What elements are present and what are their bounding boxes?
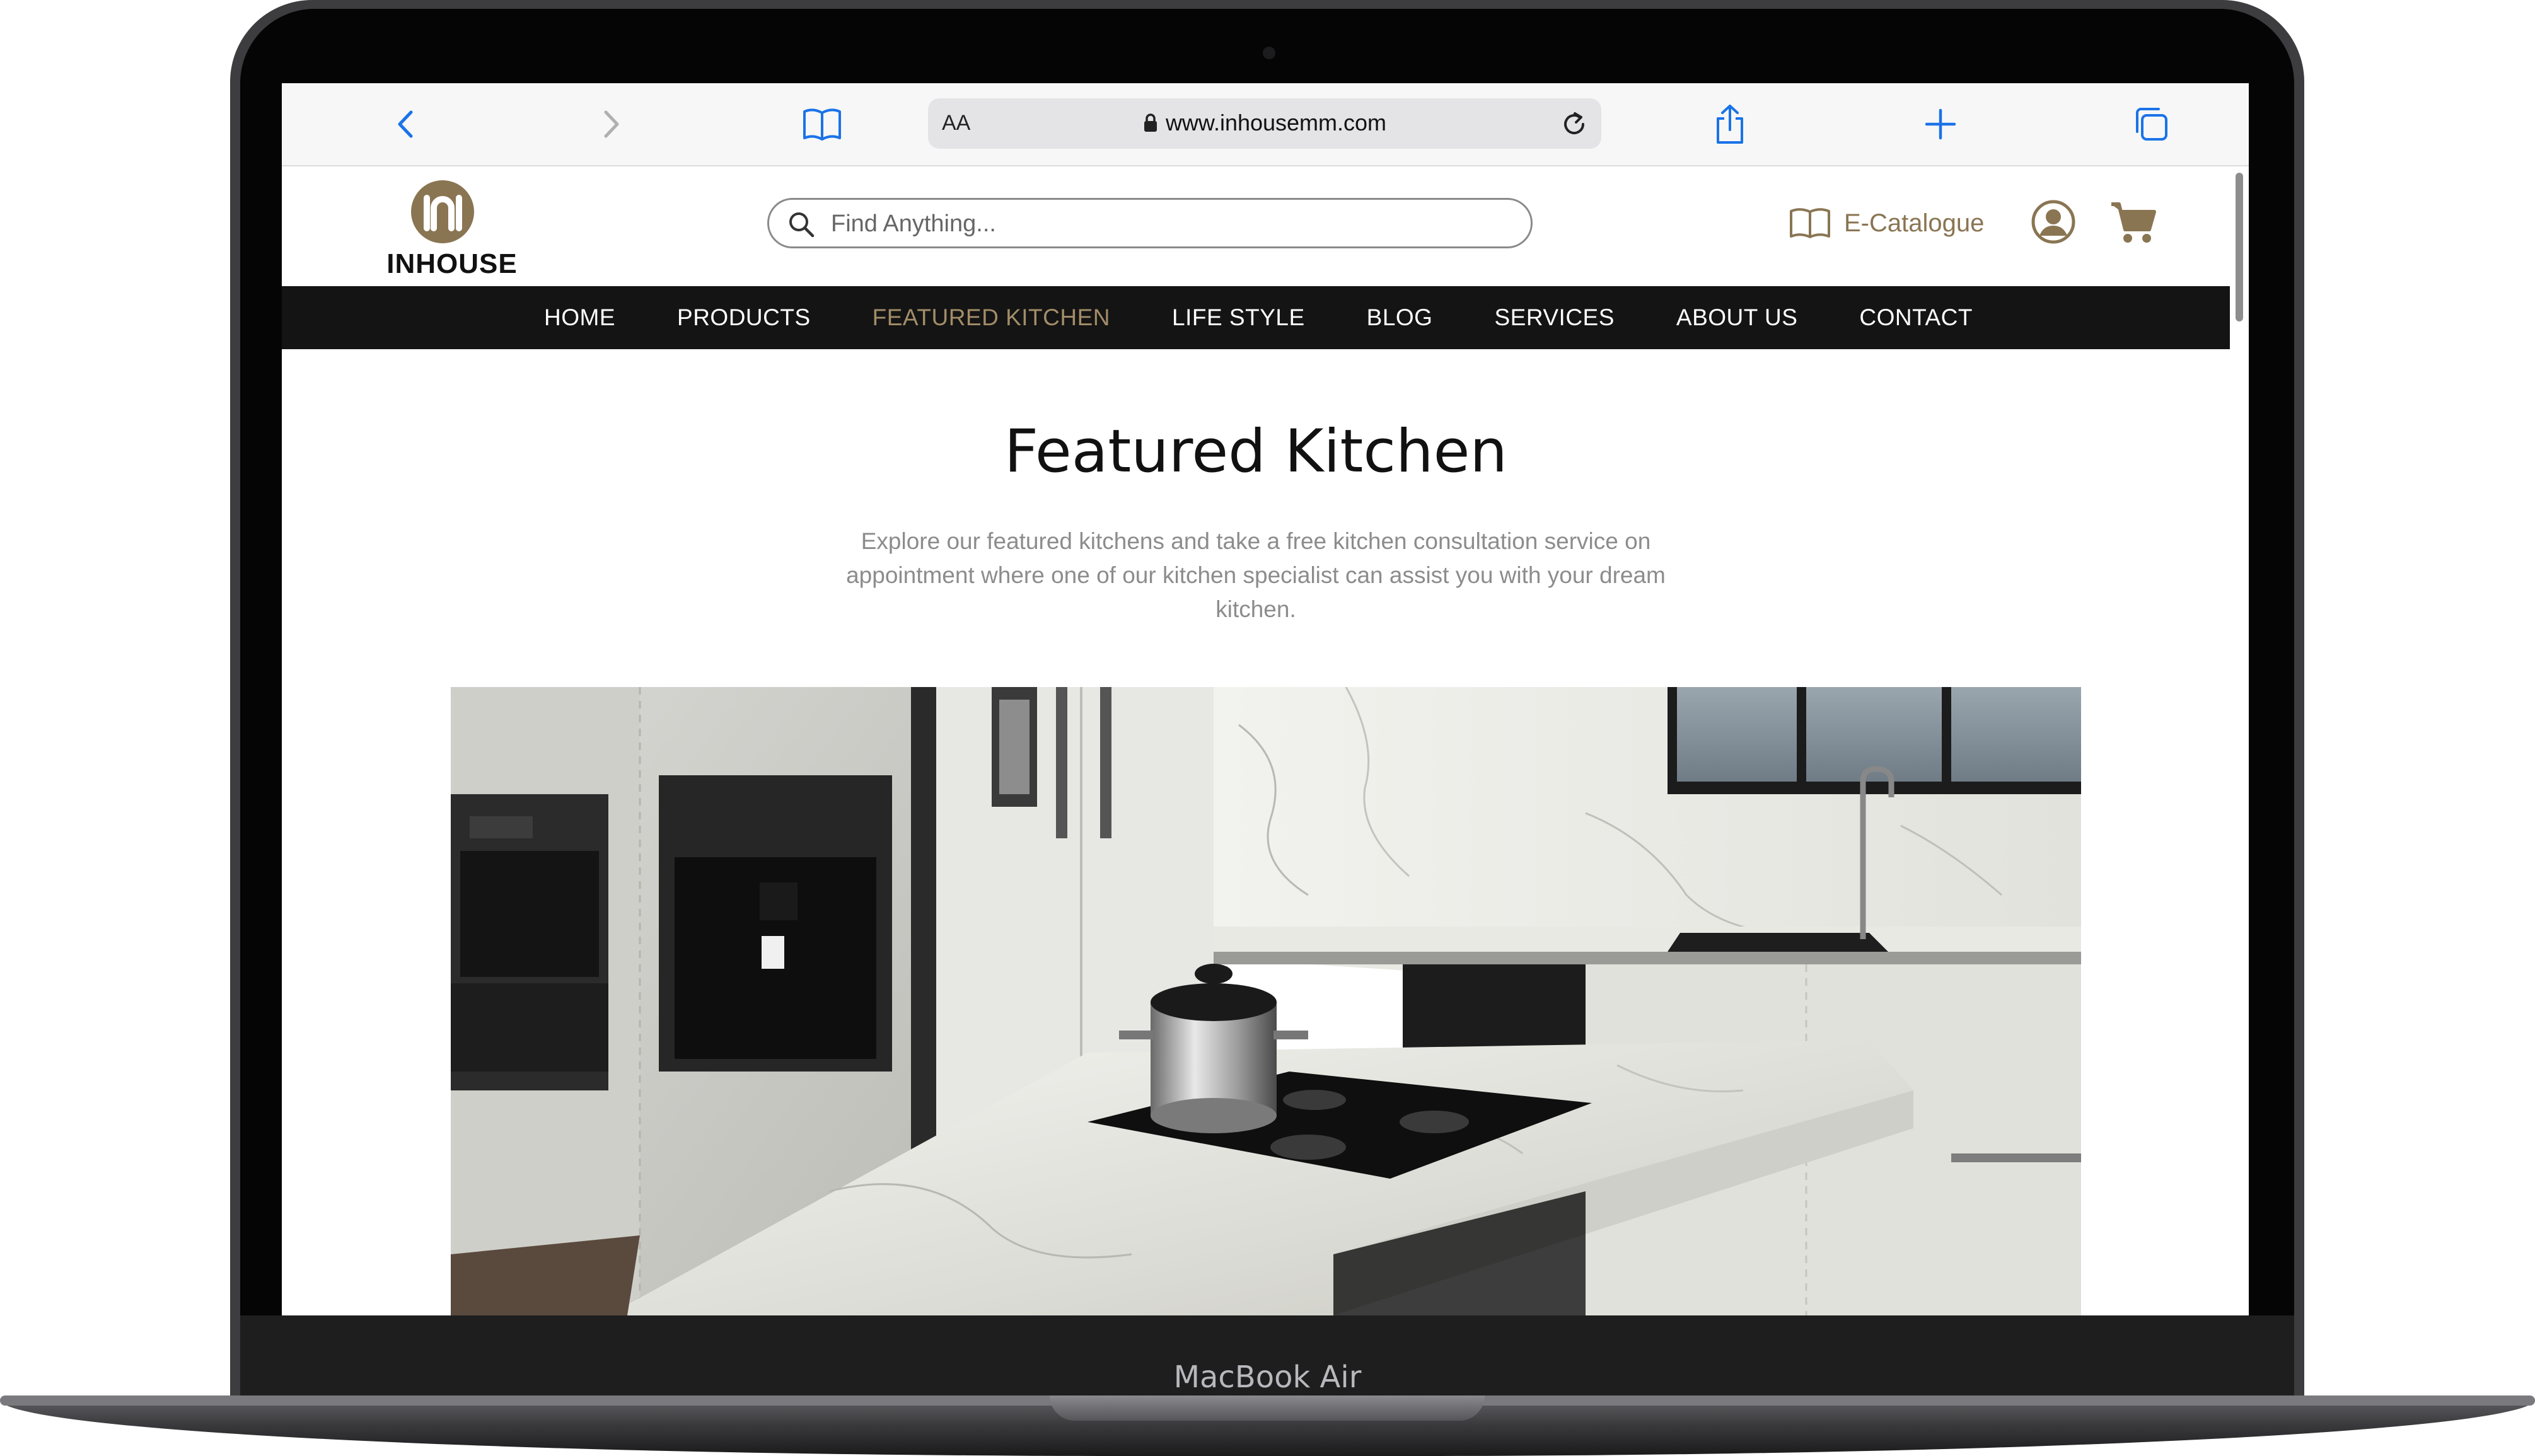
nav-item-home[interactable]: HOME [544,304,615,331]
laptop-notch [1050,1395,1485,1421]
tabs-icon [2136,108,2167,141]
scrollbar-track[interactable] [2230,166,2249,1315]
inhouse-logo[interactable]: INHOUSE [367,179,537,280]
nav-item-life-style[interactable]: LIFE STYLE [1172,304,1305,331]
nav-item-products[interactable]: PRODUCTS [677,304,811,331]
logo-mark [411,180,474,243]
lock-icon [1144,113,1157,132]
cart-icon[interactable] [2110,200,2157,245]
back-icon [398,110,413,138]
bookmarks-button[interactable] [800,102,844,146]
scrollbar-thumb[interactable] [2236,173,2243,321]
main-nav: HOME PRODUCTS FEATURED KITCHEN LIFE STYLE BL… [282,286,2230,349]
nav-items: HOME PRODUCTS FEATURED KITCHEN LIFE STYLE BL… [282,286,2230,349]
kitchen-illustration [451,687,2081,1315]
nav-item-about-us[interactable]: ABOUT US [1676,304,1797,331]
nav-item-services[interactable]: SERVICES [1494,304,1614,331]
share-button[interactable] [1708,102,1752,146]
search-box[interactable] [767,198,1533,248]
ecatalogue-link[interactable]: E-Catalogue [1789,203,1984,243]
logo-text: INHOUSE [386,248,518,279]
book-icon [1790,208,1830,238]
back-button[interactable] [384,102,428,146]
nav-item-contact[interactable]: CONTACT [1859,304,1973,331]
url-display[interactable]: www.inhousemm.com [928,110,1601,136]
nav-item-featured-kitchen[interactable]: FEATURED KITCHEN [873,304,1110,331]
new-tab-button[interactable] [1918,102,1963,146]
address-bar[interactable]: AA www.inhousemm.com [928,98,1601,149]
share-icon [1717,105,1743,144]
search-icon [789,212,815,238]
screen: AA www.inhousemm.com INHOUSE Find Anythi… [282,83,2249,1315]
ecatalogue-label: E-Catalogue [1844,209,1985,237]
new-tab-icon [1925,108,1956,140]
user-icon[interactable] [2031,199,2076,245]
page-title: Featured Kitchen [1004,417,1508,486]
bookmarks-icon [803,108,841,141]
browser-toolbar: AA www.inhousemm.com [282,83,2249,166]
site-header: INHOUSE E-Catalogue [282,166,2230,286]
forward-button[interactable] [589,102,633,146]
forward-icon [604,110,619,138]
reload-icon[interactable] [1558,108,1590,140]
tabs-button[interactable] [2129,102,2173,146]
url-text: www.inhousemm.com [1165,110,1387,136]
search-input[interactable] [830,209,1463,239]
device-label: MacBook Air [1173,1360,1362,1395]
featured-kitchen-image[interactable] [451,687,2081,1315]
camera [1263,47,1275,59]
page-description: Explore our featured kitchens and take a… [846,528,1666,622]
nav-item-blog[interactable]: BLOG [1367,304,1433,331]
